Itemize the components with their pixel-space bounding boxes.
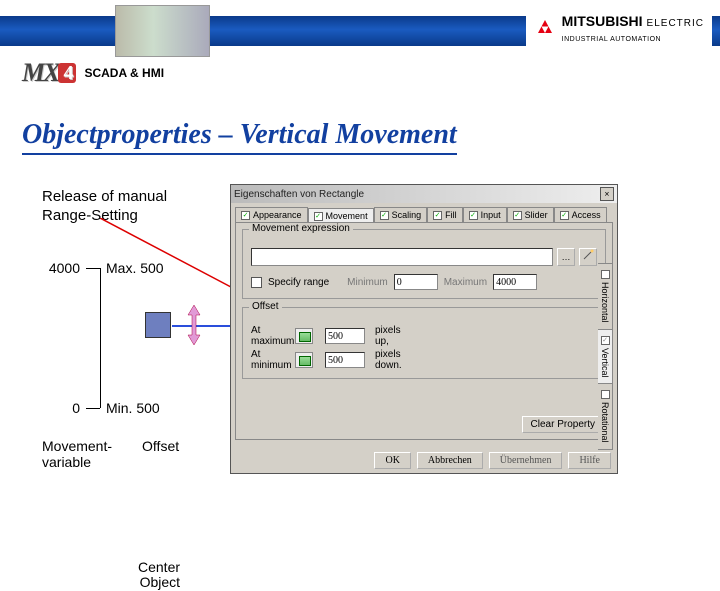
scale-lo-offset: Min. 500: [106, 400, 160, 416]
tick-icon: [86, 408, 100, 409]
tab-label: Movement: [326, 211, 368, 221]
offset-max-input[interactable]: [325, 328, 365, 344]
offset-label: Offset: [142, 438, 179, 454]
tab-strip: ✓Appearance ✓Movement ✓Scaling ✓Fill ✓In…: [231, 203, 617, 222]
clear-property-button[interactable]: Clear Property: [522, 416, 604, 433]
movement-var-l2: variable: [42, 454, 112, 470]
min-input[interactable]: [394, 274, 438, 290]
check-icon: ✓: [513, 211, 522, 220]
unit-label: down.: [375, 360, 402, 371]
check-icon: ✓: [241, 211, 250, 220]
help-button[interactable]: Hilfe: [568, 452, 611, 469]
tab-fill[interactable]: ✓Fill: [427, 207, 463, 222]
sidetab-rotational[interactable]: Rotational: [598, 383, 613, 450]
offset-up-icon: [295, 328, 313, 344]
scale-axis: [100, 268, 101, 408]
check-icon: [601, 270, 610, 279]
tab-label: Appearance: [253, 210, 302, 220]
close-button[interactable]: ×: [600, 187, 614, 201]
wand-icon: [582, 249, 594, 261]
scale-hi-var: 4000: [42, 260, 80, 276]
tab-label: Scaling: [392, 210, 422, 220]
scale-center-l2: Object: [138, 575, 180, 590]
tab-slider[interactable]: ✓Slider: [507, 207, 554, 222]
check-icon: ✓: [601, 336, 610, 345]
expression-input[interactable]: [251, 248, 553, 266]
tab-movement[interactable]: ✓Movement: [308, 208, 374, 223]
page-title: Objectproperties – Vertical Movement: [22, 120, 457, 155]
movement-var-l1: Movement-: [42, 438, 112, 454]
offset-down-icon: [295, 352, 313, 368]
ok-button[interactable]: OK: [374, 452, 410, 469]
check-icon: ✓: [314, 212, 323, 221]
sidetab-horizontal[interactable]: Horizontal: [598, 263, 613, 330]
browse-button[interactable]: …: [557, 248, 575, 266]
vertical-movement-arrow-icon: [186, 305, 202, 345]
sidetab-label: Horizontal: [600, 282, 610, 323]
brand-logo: MITSUBISHI ELECTRIC INDUSTRIAL AUTOMATIO…: [526, 10, 712, 49]
tab-label: Slider: [525, 210, 548, 220]
specify-range-checkbox[interactable]: [251, 277, 262, 288]
max-input[interactable]: [493, 274, 537, 290]
brand-suffix: ELECTRIC: [647, 19, 704, 29]
tab-input[interactable]: ✓Input: [463, 207, 507, 222]
group-label-offset: Offset: [249, 301, 282, 312]
release-note-l1: Release of manual: [42, 188, 167, 207]
product-photo-strip: [115, 5, 210, 57]
sidetab-label: Vertical: [600, 348, 610, 378]
min-label: Minimum: [347, 277, 388, 288]
check-icon: [601, 390, 610, 399]
tab-scaling[interactable]: ✓Scaling: [374, 207, 428, 222]
product-mark-digit: 4: [58, 63, 76, 83]
mitsubishi-triangles-icon: [534, 20, 556, 40]
variable-offset-labels: Movement- variable Offset: [42, 438, 179, 470]
tick-icon: [86, 268, 100, 269]
tab-access[interactable]: ✓Access: [554, 207, 607, 222]
max-label: Maximum: [444, 277, 487, 288]
cancel-button[interactable]: Abbrechen: [417, 452, 483, 469]
group-label-expression: Movement expression: [249, 223, 353, 234]
check-icon: ✓: [469, 211, 478, 220]
check-icon: ✓: [433, 211, 442, 220]
brand-name: MITSUBISHI: [562, 14, 643, 28]
tab-appearance[interactable]: ✓Appearance: [235, 207, 308, 222]
at-min-label: At minimum: [251, 349, 289, 371]
center-object-box: [145, 312, 171, 338]
apply-button[interactable]: Übernehmen: [489, 452, 563, 469]
at-max-label: At maximum: [251, 325, 289, 347]
sidetab-label: Rotational: [600, 402, 610, 443]
tab-label: Access: [572, 210, 601, 220]
check-icon: ✓: [560, 211, 569, 220]
product-mark-prefix: MX: [22, 58, 58, 87]
scale-lo-var: 0: [42, 400, 80, 416]
tab-label: Fill: [445, 210, 457, 220]
scale-center-l1: Center: [138, 560, 180, 575]
properties-dialog: Eigenschaften von Rectangle × ✓Appearanc…: [230, 184, 618, 474]
product-mark: MX4 SCADA & HMI: [22, 60, 164, 86]
sidetab-vertical[interactable]: ✓ Vertical: [598, 329, 613, 385]
product-subtitle: SCADA & HMI: [84, 66, 164, 80]
offset-min-input[interactable]: [325, 352, 365, 368]
fx-button[interactable]: [579, 248, 597, 266]
unit-label: pixels: [375, 325, 401, 336]
specify-range-label: Specify range: [268, 277, 329, 288]
tab-label: Input: [481, 210, 501, 220]
unit-label: up,: [375, 336, 389, 347]
brand-sub: INDUSTRIAL AUTOMATION: [562, 36, 661, 43]
unit-label: pixels: [375, 349, 401, 360]
scale-hi-offset: Max. 500: [106, 260, 164, 276]
check-icon: ✓: [380, 211, 389, 220]
dialog-title: Eigenschaften von Rectangle: [234, 189, 364, 200]
